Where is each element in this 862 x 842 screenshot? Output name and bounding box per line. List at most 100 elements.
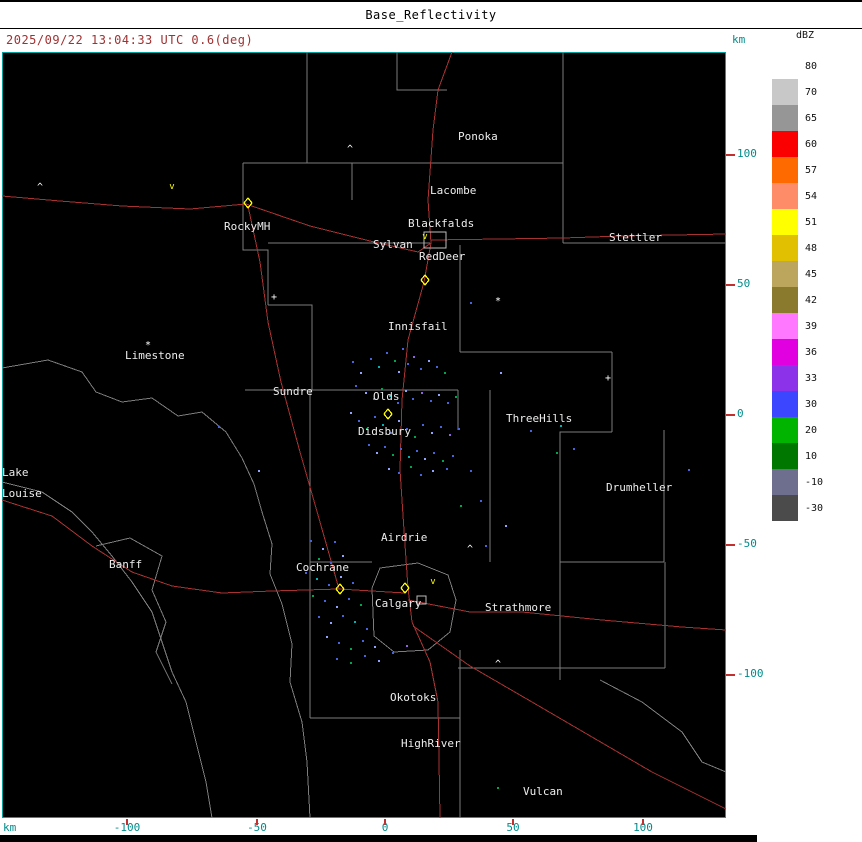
radar-echo-pixel [310,540,312,542]
radar-echo-pixel [358,420,360,422]
radar-echo-pixel [364,655,366,657]
radar-echo-pixel [449,434,451,436]
radar-echo-pixel [370,358,372,360]
city-label: Vulcan [523,785,563,798]
right-axis-unit-label: km [732,33,745,46]
legend-value-label: 48 [805,243,817,254]
radar-echo-pixel [258,470,260,472]
radar-echo-pixel [440,426,442,428]
radar-echo-pixel [505,525,507,527]
radar-map-display[interactable]: ^^^^++**vvvPonokaLacombeBlackfaldsSylvan… [2,52,726,818]
legend-value-label: 57 [805,165,817,176]
radar-echo-pixel [407,363,409,365]
radar-echo-pixel [458,428,460,430]
county-boundary-line [268,305,312,390]
legend-rows: 80706560575451484542393633302010-10-30 [772,53,860,521]
radar-echo-pixel [398,472,400,474]
radar-echo-pixel [336,606,338,608]
radar-echo-pixel [398,371,400,373]
radar-echo-pixel [433,452,435,454]
radar-echo-pixel [352,582,354,584]
radar-echo-pixel [500,372,502,374]
bottom-axis-unit-label: km [3,821,16,834]
map-point-symbol: ^ [37,182,43,193]
city-label: Strathmore [485,601,551,614]
radar-echo-pixel [573,448,575,450]
legend-entry: 54 [772,183,860,209]
county-boundary-line [600,680,726,772]
radar-echo-pixel [444,372,446,374]
legend-color-swatch [772,287,798,313]
county-boundary-line [2,482,212,818]
city-label: Lake [2,466,29,479]
legend-title: dBZ [796,30,860,41]
radar-echo-pixel [452,455,454,457]
radar-echo-pixel [394,360,396,362]
city-label: Cochrane [296,561,349,574]
radar-echo-pixel [360,372,362,374]
radar-echo-pixel [424,458,426,460]
legend-value-label: 36 [805,347,817,358]
city-label: Banff [109,558,142,571]
radar-echo-pixel [350,412,352,414]
radar-echo-pixel [410,466,412,468]
legend-value-label: 45 [805,269,817,280]
radar-echo-pixel [384,446,386,448]
radar-echo-pixel [447,402,449,404]
radar-echo-pixel [560,425,562,427]
radar-echo-pixel [348,598,350,600]
radar-echo-pixel [355,385,357,387]
radar-map-canvas[interactable]: ^^^^++**vvvPonokaLacombeBlackfaldsSylvan… [2,52,726,818]
radar-application-window: Base_Reflectivity 2025/09/22 13:04:33 UT… [0,0,862,842]
legend-entry: 10 [772,443,860,469]
bottom-axis-tick-label: -50 [237,821,277,834]
legend-value-label: 65 [805,113,817,124]
radar-echo-pixel [485,545,487,547]
city-label: Sundre [273,385,313,398]
map-point-symbol: ^ [467,544,473,555]
legend-entry: 65 [772,105,860,131]
radar-echo-pixel [442,460,444,462]
city-label: RockyMH [224,220,270,233]
city-label: Louise [2,487,42,500]
highway-line [431,234,726,240]
radar-echo-pixel [430,400,432,402]
bottom-axis-tick-label: 0 [365,821,405,834]
radar-echo-pixel [316,578,318,580]
map-point-symbol: * [495,296,501,307]
legend-color-swatch [772,79,798,105]
legend-color-swatch [772,339,798,365]
radar-echo-pixel [530,430,532,432]
radar-echo-pixel [376,452,378,454]
chevron-marker-icon: v [169,182,174,192]
radar-echo-pixel [338,642,340,644]
radar-echo-pixel [378,660,380,662]
city-label: Limestone [125,349,185,362]
radar-echo-pixel [388,468,390,470]
right-axis-tick-label: -50 [737,537,757,550]
legend-value-label: 10 [805,451,817,462]
radar-echo-pixel [354,621,356,623]
legend-value-label: 20 [805,425,817,436]
radar-echo-pixel [416,450,418,452]
radar-echo-pixel [412,398,414,400]
highway-line [408,600,726,630]
radar-echo-pixel [362,640,364,642]
radar-echo-pixel [455,396,457,398]
radar-echo-pixel [400,448,402,450]
radar-echo-pixel [405,390,407,392]
radar-echo-pixel [420,474,422,476]
county-boundary-line [310,532,372,562]
radar-echo-pixel [414,436,416,438]
radar-echo-pixel [350,662,352,664]
legend-value-label: 39 [805,321,817,332]
radar-echo-pixel [431,432,433,434]
bottom-axis-tick-label: 100 [623,821,663,834]
scan-timestamp: 2025/09/22 13:04:33 UTC 0.6(deg) [6,33,253,47]
radar-echo-pixel [470,470,472,472]
legend-value-label: -30 [805,503,823,514]
city-label: Olds [373,390,400,403]
radar-echo-pixel [470,302,472,304]
radar-echo-pixel [374,646,376,648]
legend-color-swatch [772,105,798,131]
